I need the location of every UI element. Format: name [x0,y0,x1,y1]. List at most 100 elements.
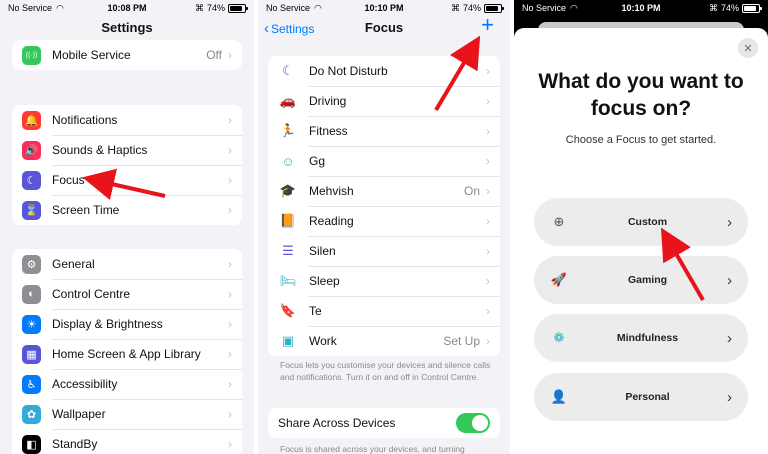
focus-option-custom[interactable]: ⊕ Custom › [534,198,748,246]
row-label: Sleep [309,274,340,288]
wifi-icon: ◠ [570,2,578,13]
settings-row-standby[interactable]: ◧ StandBy › [12,429,242,454]
alarm-icon: ⌘ [708,2,718,13]
row-label: Home Screen & App Library [52,347,201,361]
focus-option-personal[interactable]: 👤 Personal › [534,373,748,421]
row-label: Mobile Service [52,48,131,62]
settings-group-notifications: 🔔 Notifications › 🔊 Sounds & Haptics › ☾ Focus ›… [12,105,242,225]
row-label: Do Not Disturb [309,64,388,78]
speaker-icon: 🔊 [22,140,41,160]
settings-row-sounds-haptics[interactable]: 🔊 Sounds & Haptics › [12,135,242,165]
option-label: Personal [625,391,670,403]
chevron-right-icon: › [486,94,490,108]
settings-row-display-brightness[interactable]: ☀ Display & Brightness › [12,309,242,339]
chevron-right-icon: › [228,347,232,361]
running-icon: 🏃 [279,123,297,138]
status-bar: No Service ◠ 10:10 PM ⌘ 74% [514,0,768,16]
row-label: Gg [309,154,326,168]
focus-list: ☾ Do Not Disturb › 🚗 Driving › 🏃 Fitness › ☺ Gg › 🎓 M… [268,56,500,356]
chevron-right-icon: › [228,143,232,157]
chevron-right-icon: › [486,124,490,138]
share-toggle[interactable] [456,413,490,433]
focus-option-mindfulness[interactable]: ❁ Mindfulness › [534,314,748,362]
rocket-icon: 🚀 [550,272,568,287]
chevron-right-icon: › [486,214,490,228]
row-label: Te [309,304,322,318]
clock: 10:10 PM [621,3,661,13]
alarm-icon: ⌘ [451,2,460,13]
row-label: General [52,257,95,271]
chevron-right-icon: › [228,437,232,451]
chevron-right-icon: › [727,388,732,406]
settings-row-control-centre[interactable]: ◐ Control Centre › [12,279,242,309]
settings-group-general: ⚙ General › ◐ Control Centre › ☀ Display & Brig… [12,249,242,454]
chevron-right-icon: › [486,274,490,288]
focus-row-sleep[interactable]: 🛏 Sleep › [268,266,500,296]
row-label: StandBy [52,437,98,451]
bed-icon: 🛏 [279,273,297,288]
chevron-right-icon: › [228,48,232,62]
focus-row-fitness[interactable]: 🏃 Fitness › [268,116,500,146]
flower-icon: ❁ [553,330,565,345]
settings-row-wallpaper[interactable]: ✿ Wallpaper › [12,399,242,429]
alarm-icon: ⌘ [194,2,204,13]
chevron-right-icon: › [228,407,232,421]
focus-picker-sheet: ✕ What do you want to focus on? Choose a… [514,28,768,454]
row-label: Wallpaper [52,407,106,421]
focus-row-mehvish[interactable]: 🎓 Mehvish On › [268,176,500,206]
plus-circle-icon: ⊕ [553,214,565,229]
chevron-right-icon: › [228,317,232,331]
row-value: Off [206,48,222,62]
chevron-right-icon: › [486,304,490,318]
row-label: Control Centre [52,287,131,301]
settings-row-home-screen-app-library[interactable]: ▦ Home Screen & App Library › [12,339,242,369]
focus-row-do-not-disturb[interactable]: ☾ Do Not Disturb › [268,56,500,86]
focus-row-reading[interactable]: 📙 Reading › [268,206,500,236]
row-value: Set Up [443,334,480,348]
chevron-right-icon: › [486,154,490,168]
battery-percent: 74% [720,3,739,13]
settings-row-mobile-service[interactable]: ((·)) Mobile Service Off › [12,40,242,70]
focus-option-gaming[interactable]: 🚀 Gaming › [534,256,748,304]
chevron-right-icon: › [486,184,490,198]
chevron-right-icon: › [727,271,732,289]
carrier-label: No Service [8,3,53,13]
chevron-right-icon: › [486,334,490,348]
settings-row-notifications[interactable]: 🔔 Notifications › [12,105,242,135]
settings-row-screen-time[interactable]: ⌛ Screen Time › [12,195,242,225]
focus-row-gg[interactable]: ☺ Gg › [268,146,500,176]
bookmark-icon: 🔖 [279,303,297,318]
row-label: Notifications [52,113,118,127]
settings-row-focus[interactable]: ☾ Focus › [12,165,242,195]
row-label: Display & Brightness [52,317,163,331]
person-icon: 👤 [550,389,568,404]
battery-icon [227,3,248,13]
row-label: Silen [309,244,336,258]
focus-row-silen[interactable]: ☰ Silen › [268,236,500,266]
settings-row-accessibility[interactable]: ♿ Accessibility › [12,369,242,399]
accessibility-icon: ♿ [22,374,41,394]
row-label: Focus [52,173,85,187]
row-label: Driving [309,94,347,108]
close-button[interactable]: ✕ [738,38,758,58]
focus-row-te[interactable]: 🔖 Te › [268,296,500,326]
battery-icon [741,3,762,13]
focus-screen: No Service ◠ 10:10 PM ⌘ 74% ‹ Settings Focu… [258,0,510,454]
id-badge-icon: ▣ [281,333,295,348]
book-icon: 📙 [279,213,297,228]
settings-row-general[interactable]: ⚙ General › [12,249,242,279]
focus-row-driving[interactable]: 🚗 Driving › [268,86,500,116]
chevron-right-icon: › [727,213,732,231]
moon-icon: ☾ [22,170,41,190]
chevron-right-icon: › [228,173,232,187]
row-value: On [463,184,480,198]
chevron-right-icon: › [228,257,232,271]
chevron-right-icon: › [727,329,732,347]
battery-percent: 74% [206,3,225,13]
sun-icon: ☀ [22,314,41,334]
status-bar: No Service ◠ 10:08 PM ⌘ 74% [0,0,254,16]
picker-subtitle: Choose a Focus to get started. [565,134,717,146]
add-focus-button[interactable]: + [481,14,494,36]
gear-icon: ⚙ [22,254,41,274]
focus-row-work[interactable]: ▣ Work Set Up › [268,326,500,356]
